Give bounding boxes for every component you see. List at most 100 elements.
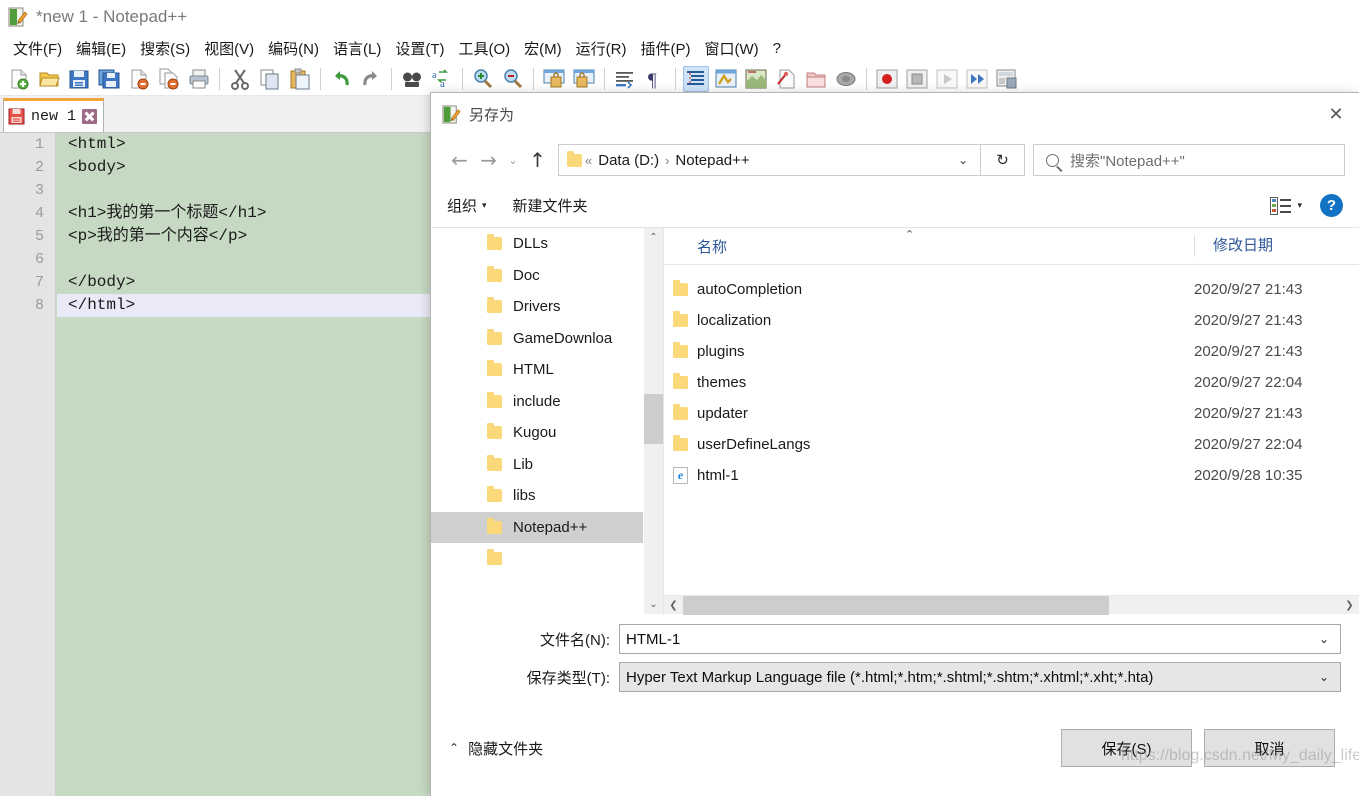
print-icon[interactable]	[186, 66, 212, 92]
tree-item-partial[interactable]	[431, 543, 663, 575]
save-all-icon[interactable]	[96, 66, 122, 92]
cancel-button[interactable]: 取消	[1204, 729, 1335, 767]
user-define-dialog-icon[interactable]	[713, 66, 739, 92]
file-row[interactable]: e html-1 2020/9/28 10:35	[664, 460, 1359, 491]
menu-search[interactable]: 搜索(S)	[133, 36, 197, 61]
chevron-down-icon[interactable]: ⌄	[948, 153, 978, 167]
tree-item[interactable]: GameDownloa	[431, 323, 663, 355]
menu-macro[interactable]: 宏(M)	[517, 36, 569, 61]
filetype-row: 保存类型(T): Hyper Text Markup Language file…	[449, 662, 1341, 692]
back-icon[interactable]: ←	[445, 145, 474, 175]
open-file-icon[interactable]	[36, 66, 62, 92]
function-list-icon[interactable]	[773, 66, 799, 92]
copy-icon[interactable]	[257, 66, 283, 92]
folder-icon	[664, 404, 697, 420]
tree-item-selected[interactable]: Notepad++	[431, 511, 663, 543]
menu-language[interactable]: 语言(L)	[326, 36, 388, 61]
word-wrap-icon[interactable]	[612, 66, 638, 92]
scroll-left-icon[interactable]: ❮	[664, 600, 683, 611]
scroll-down-icon[interactable]: ⌄	[644, 595, 663, 614]
file-row[interactable]: themes 2020/9/27 22:04	[664, 367, 1359, 398]
file-row[interactable]: localization 2020/9/27 21:43	[664, 305, 1359, 336]
tree-item[interactable]: DLLs	[431, 228, 663, 260]
tree-item[interactable]: HTML	[431, 354, 663, 386]
tree-scrollbar[interactable]: ⌃ ⌄	[643, 228, 663, 614]
filename-input[interactable]: HTML-1 ⌄	[619, 624, 1341, 654]
undo-icon[interactable]	[328, 66, 354, 92]
menu-edit[interactable]: 编辑(E)	[69, 36, 133, 61]
tree-item[interactable]: Lib	[431, 449, 663, 481]
breadcrumb[interactable]: « Data (D:) › Notepad++ ⌄	[558, 144, 981, 176]
record-macro-icon[interactable]	[874, 66, 900, 92]
close-all-icon[interactable]	[156, 66, 182, 92]
save-button[interactable]: 保存(S)	[1061, 729, 1192, 767]
doc-map-icon[interactable]	[743, 66, 769, 92]
menu-encoding[interactable]: 编码(N)	[261, 36, 326, 61]
playback-icon[interactable]	[934, 66, 960, 92]
menu-tools[interactable]: 工具(O)	[451, 36, 517, 61]
save-macro-icon[interactable]	[994, 66, 1020, 92]
zoom-in-icon[interactable]	[470, 66, 496, 92]
close-file-icon[interactable]	[126, 66, 152, 92]
new-file-icon[interactable]	[6, 66, 32, 92]
tab-close-icon[interactable]	[82, 109, 98, 124]
monitoring-icon[interactable]	[833, 66, 859, 92]
refresh-icon[interactable]: ↻	[981, 144, 1025, 176]
up-icon[interactable]: ↑	[523, 145, 552, 175]
tree-item[interactable]: Drivers	[431, 291, 663, 323]
menu-window[interactable]: 窗口(W)	[697, 36, 765, 61]
new-folder-button[interactable]: 新建文件夹	[513, 195, 588, 216]
column-header-name[interactable]: 名称 ⌃	[664, 228, 1194, 257]
save-icon[interactable]	[66, 66, 92, 92]
breadcrumb-drive[interactable]: Data (D:)	[595, 152, 662, 169]
scrollbar-thumb[interactable]	[644, 394, 663, 444]
recent-locations-chevron-down-icon[interactable]: ⌄	[503, 145, 523, 175]
chevron-down-icon[interactable]: ⌄	[1308, 670, 1340, 684]
close-icon[interactable]: ✕	[1313, 95, 1359, 135]
run-macro-multiple-icon[interactable]	[964, 66, 990, 92]
zoom-out-icon[interactable]	[500, 66, 526, 92]
help-icon[interactable]: ?	[1320, 194, 1343, 217]
chevron-down-icon[interactable]: ⌄	[1308, 632, 1340, 646]
view-mode-button[interactable]: ▾	[1270, 196, 1302, 215]
cut-icon[interactable]	[227, 66, 253, 92]
search-input[interactable]: 搜索"Notepad++"	[1033, 144, 1345, 176]
hide-folders-toggle[interactable]: ⌃ 隐藏文件夹	[449, 738, 543, 759]
file-row[interactable]: plugins 2020/9/27 21:43	[664, 336, 1359, 367]
organize-button[interactable]: 组织 ▾	[447, 195, 487, 216]
tree-item[interactable]: libs	[431, 480, 663, 512]
filetype-select[interactable]: Hyper Text Markup Language file (*.html;…	[619, 662, 1341, 692]
stop-record-icon[interactable]	[904, 66, 930, 92]
redo-icon[interactable]	[358, 66, 384, 92]
menu-file[interactable]: 文件(F)	[6, 36, 69, 61]
sync-horizontal-icon[interactable]	[571, 66, 597, 92]
scrollbar-thumb[interactable]	[683, 596, 1109, 615]
tab-new-1[interactable]: new 1	[3, 98, 105, 132]
paste-icon[interactable]	[287, 66, 313, 92]
show-all-chars-icon[interactable]: ¶	[642, 66, 668, 92]
file-row[interactable]: updater 2020/9/27 21:43	[664, 398, 1359, 429]
scroll-up-icon[interactable]: ⌃	[644, 228, 663, 247]
replace-icon[interactable]: a a	[429, 66, 455, 92]
forward-icon[interactable]: →	[474, 145, 503, 175]
file-row[interactable]: autoCompletion 2020/9/27 21:43	[664, 274, 1359, 305]
sync-vertical-icon[interactable]	[541, 66, 567, 92]
find-icon[interactable]	[399, 66, 425, 92]
menu-view[interactable]: 视图(V)	[197, 36, 261, 61]
tree-item-label: Kugou	[513, 424, 557, 442]
tree-item[interactable]: Kugou	[431, 417, 663, 449]
breadcrumb-current[interactable]: Notepad++	[672, 152, 752, 169]
file-list-horizontal-scrollbar[interactable]: ❮ ❯	[664, 595, 1359, 615]
tree-item[interactable]: include	[431, 386, 663, 418]
column-header-date[interactable]: 修改日期	[1194, 235, 1359, 257]
folder-as-workspace-icon[interactable]	[803, 66, 829, 92]
file-row[interactable]: userDefineLangs 2020/9/27 22:04	[664, 429, 1359, 460]
tree-item[interactable]: Doc	[431, 260, 663, 292]
menu-run[interactable]: 运行(R)	[569, 36, 634, 61]
menu-settings[interactable]: 设置(T)	[388, 36, 451, 61]
scroll-right-icon[interactable]: ❯	[1340, 600, 1359, 611]
indent-guide-icon[interactable]	[683, 65, 709, 92]
menu-help[interactable]: ?	[766, 38, 788, 59]
menu-plugins[interactable]: 插件(P)	[633, 36, 697, 61]
folder-tree[interactable]: DLLs Doc Drivers GameDownloa HTML includ…	[431, 228, 663, 614]
